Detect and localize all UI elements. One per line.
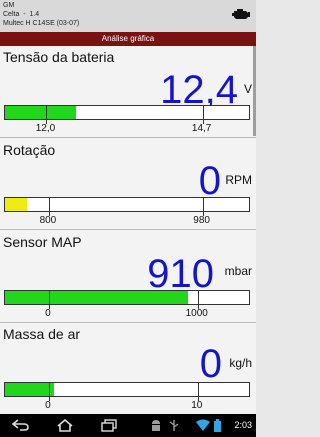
gauge-value-rpm: 0 bbox=[198, 159, 221, 203]
gauge-tick bbox=[197, 383, 199, 401]
gauge-list[interactable]: Tensão da bateria 12,4 V Rotação 0 RPM S… bbox=[0, 46, 256, 414]
page-title: Análise gráfica bbox=[0, 32, 256, 46]
gauge-fill bbox=[5, 198, 27, 211]
gauge-value-map: 910 bbox=[147, 252, 214, 296]
gauge-tick bbox=[48, 291, 50, 309]
gauge-label-airmass: Massa de ar bbox=[3, 326, 81, 342]
gauge-tick-label: 12,0 bbox=[35, 123, 56, 134]
gauge-fill bbox=[5, 383, 54, 396]
gauge-tick bbox=[48, 198, 50, 216]
engine-check-icon[interactable] bbox=[232, 7, 250, 21]
gauge-value-airmass: 0 bbox=[199, 342, 222, 386]
gauge-fill bbox=[5, 106, 76, 119]
gauge-label-rpm: Rotação bbox=[3, 142, 56, 158]
gauge-tick bbox=[202, 106, 204, 124]
gauge-bar-map bbox=[4, 290, 250, 309]
gauge-bar-battery bbox=[4, 105, 250, 124]
battery-icon bbox=[214, 419, 221, 432]
gauge-tick-label: 1000 bbox=[185, 308, 208, 319]
divider bbox=[0, 229, 256, 230]
recent-apps-icon[interactable] bbox=[100, 419, 118, 432]
gauge-unit-map: mbar bbox=[224, 264, 252, 278]
header: GM Celta - 1.4 Multec H C14SE (03-07) bbox=[0, 0, 256, 32]
gauge-tick-label: 14,7 bbox=[191, 123, 212, 134]
gauge-fill bbox=[5, 291, 188, 304]
gauge-value-battery: 12,4 bbox=[160, 68, 238, 112]
gauge-tick bbox=[197, 291, 199, 309]
system-navbar: 2:03 bbox=[0, 414, 256, 437]
usb-icon bbox=[169, 420, 179, 431]
gauge-tick bbox=[46, 106, 48, 124]
gauge-tick bbox=[48, 383, 50, 401]
gauge-tick-label: 0 bbox=[45, 400, 51, 411]
gauge-tick-label: 800 bbox=[39, 215, 57, 226]
gauge-unit-battery: V bbox=[243, 82, 252, 96]
gauge-tick bbox=[202, 198, 204, 216]
gauge-unit-airmass: kg/h bbox=[229, 356, 252, 370]
gauge-tick-label: 0 bbox=[45, 308, 51, 319]
home-icon[interactable] bbox=[56, 419, 74, 432]
ecu-name: Multec H C14SE (03-07) bbox=[3, 20, 80, 27]
gauge-unit-rpm: RPM bbox=[225, 173, 252, 187]
gauge-bar-rpm bbox=[4, 197, 250, 216]
gauge-bar-airmass bbox=[4, 382, 250, 401]
gauge-tick-label: 10 bbox=[191, 400, 203, 411]
gauge-label-battery: Tensão da bateria bbox=[3, 49, 115, 65]
gauge-label-map: Sensor MAP bbox=[3, 234, 82, 250]
divider bbox=[0, 137, 256, 138]
gauge-tick-label: 980 bbox=[193, 215, 210, 226]
wifi-icon bbox=[196, 419, 210, 431]
android-icon bbox=[152, 420, 160, 431]
scrollbar[interactable] bbox=[253, 46, 256, 136]
clock: 2:03 bbox=[234, 420, 252, 430]
vehicle-make: GM bbox=[3, 2, 15, 9]
divider bbox=[0, 322, 256, 323]
back-icon[interactable] bbox=[12, 419, 30, 431]
vehicle-model: Celta - 1.4 bbox=[3, 11, 40, 18]
